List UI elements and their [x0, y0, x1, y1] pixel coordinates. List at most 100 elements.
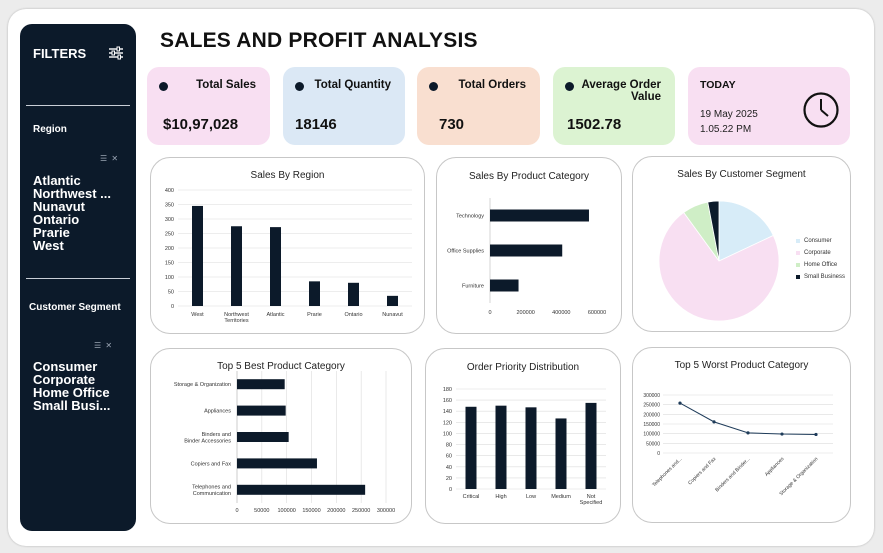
- bullet-icon: [159, 82, 168, 91]
- y-tick-label: 20: [446, 476, 452, 482]
- y-tick-label: Copiers and Fax: [191, 461, 232, 467]
- bar: [237, 458, 317, 469]
- region-slicer-tools: ☰ ✕: [100, 154, 119, 163]
- y-tick-label: Telephones and: [192, 485, 231, 491]
- bar: [490, 279, 519, 292]
- data-point: [814, 432, 818, 437]
- clock-icon: [803, 92, 839, 128]
- segment-item[interactable]: Home Office: [33, 386, 133, 399]
- segment-item[interactable]: Consumer: [33, 360, 133, 373]
- x-tick-label: Nunavut: [382, 312, 403, 318]
- x-tick-label: Prarie: [307, 312, 322, 318]
- region-item[interactable]: Nunavut: [33, 200, 133, 213]
- y-tick-label: 40: [446, 465, 452, 471]
- x-tick-label: 200000: [327, 508, 345, 514]
- chart-sales-by-region: Sales By Region 0 50 100 150 200 250 300 350 400…: [150, 157, 425, 334]
- chart-order-priority-distribution: Order Priority Distribution 0 20 40 60 80 100…: [425, 348, 621, 524]
- y-tick-label: 200000: [643, 412, 660, 418]
- x-tick-label: Atlantic: [266, 312, 284, 318]
- y-tick-label: 250000: [643, 403, 660, 409]
- bar: [237, 405, 286, 416]
- bar: [231, 226, 242, 306]
- y-tick-label: 400: [165, 188, 174, 194]
- bar: [237, 379, 285, 390]
- bar: [555, 418, 567, 489]
- bar: [237, 484, 366, 495]
- bar: [465, 406, 477, 489]
- chart-sales-by-product-category: Sales By Product Category 0 200000 400000 6…: [436, 157, 622, 334]
- region-item[interactable]: Ontario: [33, 213, 133, 226]
- y-tick-label: 100: [165, 275, 174, 281]
- data-point: [780, 432, 784, 436]
- x-tick-label: 100000: [277, 508, 295, 514]
- y-tick-label: 60: [446, 454, 452, 460]
- multi-select-icon[interactable]: ☰: [94, 341, 102, 350]
- region-slicer-heading: Region: [33, 124, 67, 135]
- kpi-label: Average Order Value: [581, 79, 661, 103]
- legend-label: Consumer: [804, 238, 832, 244]
- x-tick-label: Specified: [580, 500, 603, 506]
- bullet-icon: [565, 82, 574, 91]
- data-point: [678, 401, 682, 405]
- segment-item[interactable]: Corporate: [33, 373, 133, 386]
- y-tick-label: 0: [171, 304, 174, 310]
- y-tick-label: 140: [443, 409, 452, 415]
- y-tick-label: Technology: [456, 214, 484, 220]
- segment-item[interactable]: Small Busi...: [33, 399, 133, 412]
- filters-title: FILTERS: [33, 46, 87, 61]
- y-tick-label: 100000: [643, 432, 660, 438]
- y-tick-label: 150000: [643, 422, 660, 428]
- x-tick-label: Ontario: [344, 312, 362, 318]
- y-tick-label: Binder Accessories: [184, 438, 231, 444]
- legend-item[interactable]: Corporate: [796, 247, 845, 259]
- clear-filter-icon[interactable]: ✕: [105, 341, 113, 350]
- legend-item[interactable]: Consumer: [796, 235, 845, 247]
- y-tick-label: Binders and: [202, 432, 231, 438]
- sidebar-divider: [26, 105, 130, 106]
- sliders-icon[interactable]: [108, 46, 124, 60]
- chart-sales-by-customer-segment: Sales By Customer Segment Consumer Corpo…: [632, 156, 851, 332]
- x-tick-label: 200000: [516, 310, 534, 316]
- y-tick-label: 50: [168, 290, 174, 296]
- chart-top5-best-product-category: Top 5 Best Product Category 0 50000 100000…: [150, 348, 412, 524]
- kpi-value: 18146: [295, 116, 337, 133]
- y-tick-label: 50000: [646, 441, 660, 447]
- x-tick-label: 600000: [588, 310, 606, 316]
- bar: [237, 432, 289, 442]
- x-tick-label: Appliances: [764, 456, 786, 478]
- x-tick-label: 250000: [352, 508, 370, 514]
- region-slicer-list: Atlantic Northwest ... Nunavut Ontario P…: [33, 174, 133, 252]
- bar: [495, 405, 507, 489]
- x-tick-label: Binders and Binder...: [714, 456, 751, 493]
- x-tick-label: 0: [235, 508, 238, 514]
- clear-filter-icon[interactable]: ✕: [111, 154, 119, 163]
- bar: [525, 407, 537, 489]
- y-tick-label: 120: [443, 420, 452, 426]
- kpi-value: $10,97,028: [163, 116, 239, 133]
- region-item[interactable]: West: [33, 239, 133, 252]
- region-item[interactable]: Prarie: [33, 226, 133, 239]
- y-tick-label: Appliances: [204, 409, 231, 415]
- region-item[interactable]: Northwest ...: [33, 187, 133, 200]
- x-tick-label: Copiers and Fax: [687, 456, 718, 487]
- legend-item[interactable]: Small Business: [796, 271, 845, 283]
- kpi-total-quantity: Total Quantity 18146: [283, 67, 405, 145]
- order-priority-distribution-plot: 0 20 40 60 80 100 120 140 160 180 Critical High Low M…: [443, 387, 606, 506]
- x-tick-label: Storage & Organization: [778, 456, 819, 497]
- bullet-icon: [429, 82, 438, 91]
- legend-label: Corporate: [804, 250, 831, 256]
- legend-label: Home Office: [804, 262, 838, 268]
- kpi-label: Total Orders: [458, 79, 526, 91]
- region-item[interactable]: Atlantic: [33, 174, 133, 187]
- multi-select-icon[interactable]: ☰: [100, 154, 108, 163]
- segment-slicer-list: Consumer Corporate Home Office Small Bus…: [33, 360, 133, 412]
- x-tick-label: 400000: [552, 310, 570, 316]
- x-tick-label: 0: [488, 310, 491, 316]
- x-tick-label: 300000: [377, 508, 395, 514]
- legend-item[interactable]: Home Office: [796, 259, 845, 271]
- chart-top5-worst-product-category: Top 5 Worst Product Category 0 50000 10000…: [632, 347, 851, 523]
- bullet-icon: [295, 82, 304, 91]
- x-tick-label: Territories: [224, 318, 248, 324]
- y-tick-label: 80: [446, 443, 452, 449]
- y-tick-label: 300: [165, 217, 174, 223]
